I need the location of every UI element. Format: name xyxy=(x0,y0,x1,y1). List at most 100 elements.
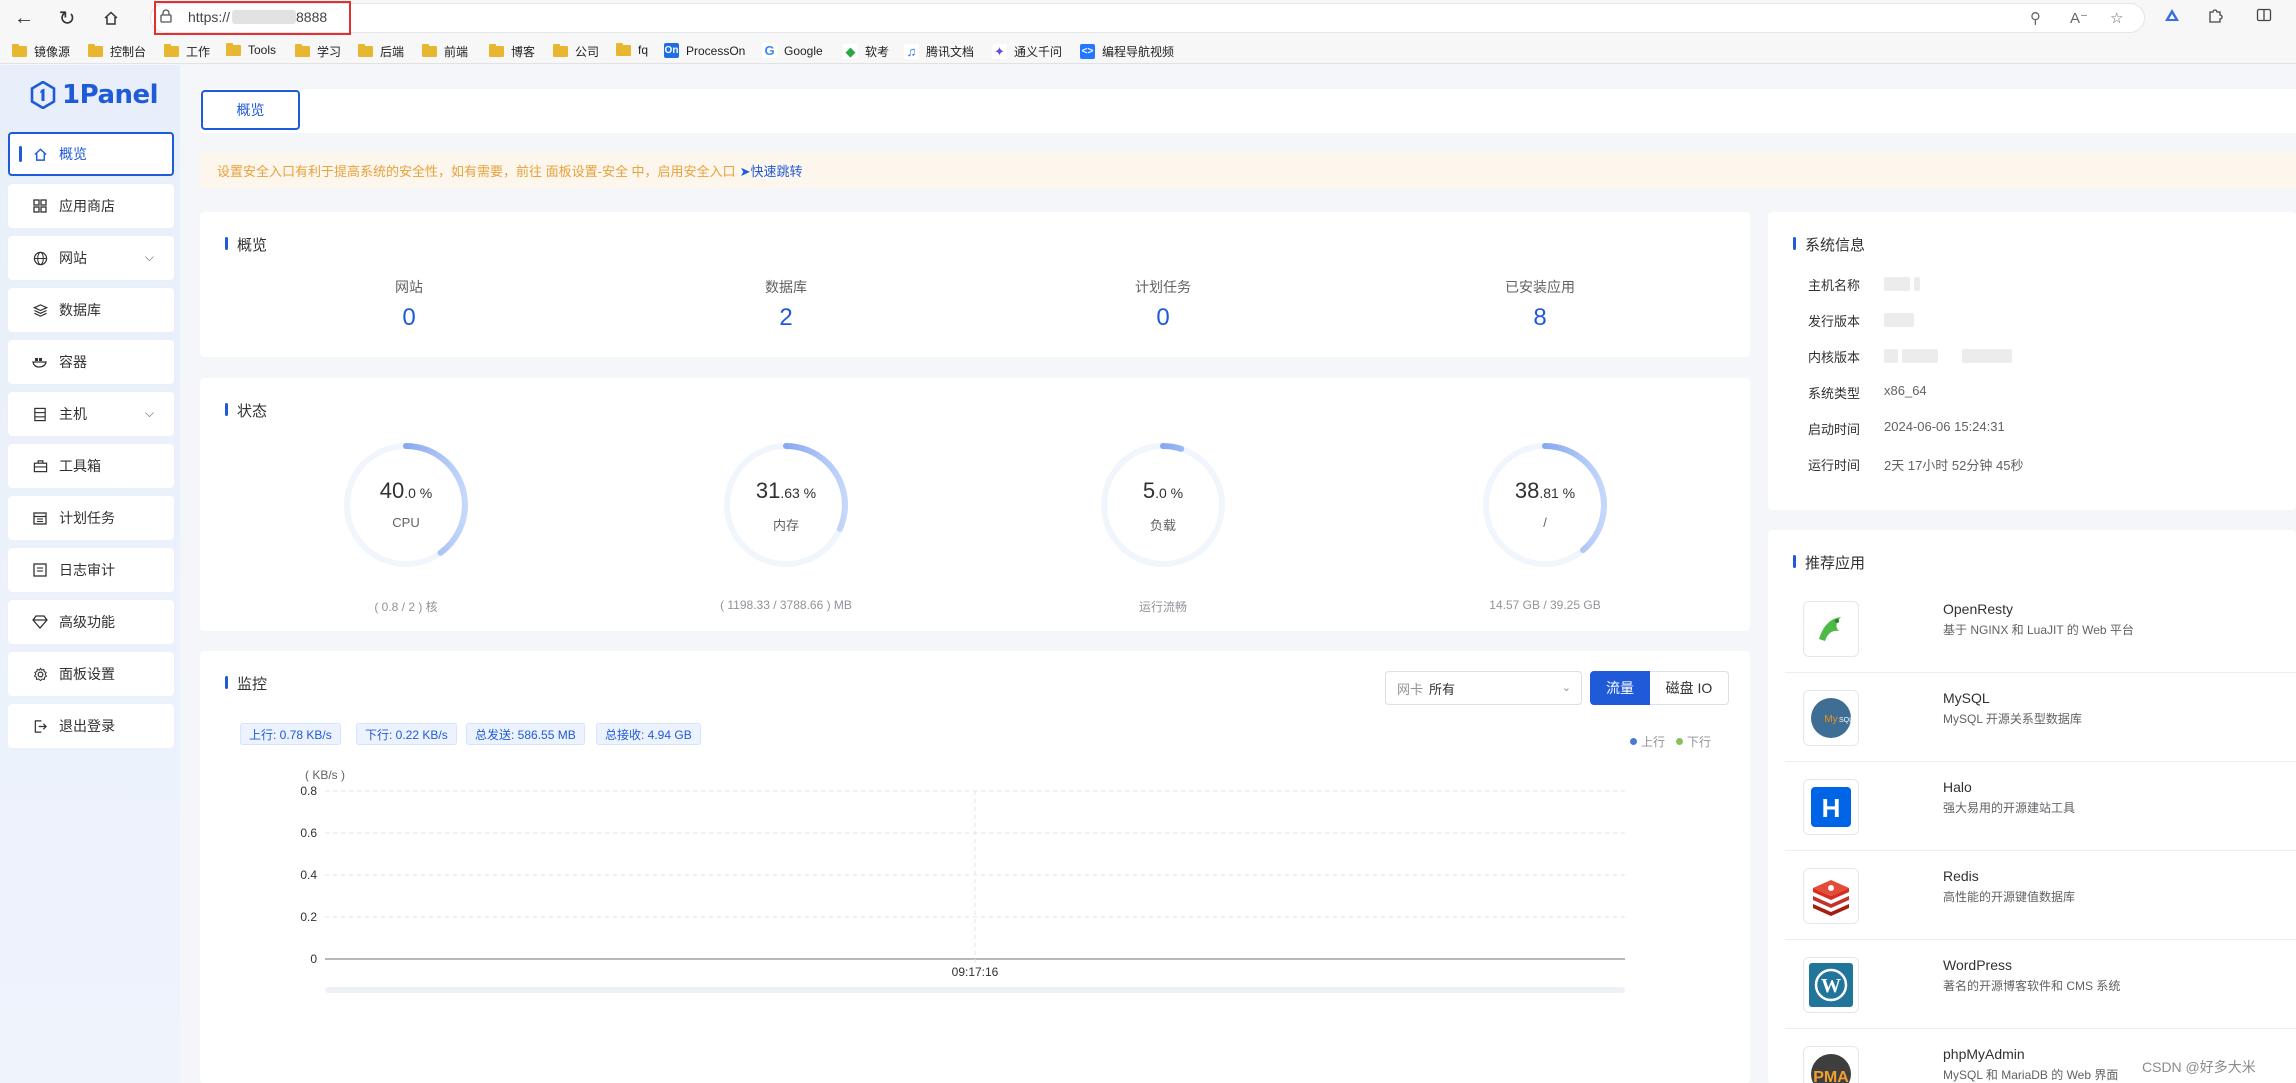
bookmark-item[interactable]: On ProcessOn xyxy=(664,43,745,58)
sysinfo-key: 内核版本 xyxy=(1808,350,1861,365)
chevron-down-icon: ⌄ xyxy=(1561,682,1571,694)
sidebar-item-label: 应用商店 xyxy=(59,198,115,214)
key-icon[interactable]: ⚲ xyxy=(2030,9,2041,27)
sidebar-item-gear[interactable]: 面板设置 xyxy=(8,652,174,696)
stat-value[interactable]: 0 xyxy=(1063,304,1263,332)
bookmark-item[interactable]: ✦ 通义千问 xyxy=(992,43,1062,60)
sysinfo-value: 2天 17小时 52分钟 45秒 xyxy=(1884,455,2023,474)
alert-quick-jump-link[interactable]: ➤快速跳转 xyxy=(740,161,803,180)
bookmark-item[interactable]: 公司 xyxy=(553,43,599,60)
sidebar-item-label: 计划任务 xyxy=(59,510,115,526)
legend-down[interactable]: 下行 xyxy=(1676,733,1711,750)
send-icon: ➤ xyxy=(739,163,751,179)
sidebar-item-grid[interactable]: 应用商店 xyxy=(8,184,174,228)
logo[interactable]: 1Panel xyxy=(30,80,159,110)
gauge-value-dec: .0 % xyxy=(404,485,433,501)
stat-value[interactable]: 8 xyxy=(1440,304,1640,332)
recommend-app-row[interactable]: H Halo 强大易用的开源建站工具 xyxy=(1785,763,2296,851)
system-info-title: 系统信息 xyxy=(1793,234,1865,255)
sysinfo-key: 系统类型 xyxy=(1808,386,1861,401)
redacted-value xyxy=(1884,312,1914,327)
sidebar-item-container[interactable]: 容器 xyxy=(8,340,174,384)
1panel-logo-icon xyxy=(30,81,56,109)
sysinfo-row: 主机名称 xyxy=(1808,275,1924,294)
wordpress-icon: W xyxy=(1803,957,1859,1013)
status-gauge: 5.0 % 负载 xyxy=(1098,440,1228,570)
bookmark-item[interactable]: G Google xyxy=(762,43,823,58)
bookmark-item[interactable]: 前端 xyxy=(422,43,468,60)
bookmark-label: ProcessOn xyxy=(686,43,746,58)
bookmark-label: 编程导航视频 xyxy=(1102,45,1175,59)
sidebar-item-diamond[interactable]: 高级功能 xyxy=(8,600,174,644)
folder-icon xyxy=(295,44,310,57)
stat-label: 计划任务 xyxy=(1135,279,1191,295)
sidebar: 1Panel 概览应用商店网站 ⌵ 数据库容器主机 ⌵ 工具箱计划任务日志审计高级功能面… xyxy=(0,65,180,1083)
tab-bar: 概览 xyxy=(200,89,2296,133)
traffic-toggle-button[interactable]: 流量 xyxy=(1590,671,1650,705)
bookmark-item[interactable]: 博客 xyxy=(489,43,535,60)
sysinfo-value xyxy=(1884,275,1924,294)
nic-select-value: 所有 xyxy=(1429,681,1456,697)
address-bar[interactable] xyxy=(150,3,2145,33)
bookmark-label: 镜像源 xyxy=(34,45,71,59)
extension-triangle-icon[interactable] xyxy=(2163,7,2181,28)
bookmark-item[interactable]: 控制台 xyxy=(88,43,146,60)
back-icon[interactable]: ← xyxy=(11,5,37,31)
nic-select[interactable]: 网卡 所有 ⌄ xyxy=(1385,671,1582,705)
toolbox-icon xyxy=(31,457,49,475)
gauge-track xyxy=(1101,443,1225,567)
sidebar-item-toolbox[interactable]: 工具箱 xyxy=(8,444,174,488)
recommend-app-row[interactable]: W WordPress 著名的开源博客软件和 CMS 系统 xyxy=(1785,941,2296,1029)
sidebar-item-label: 网站 xyxy=(59,250,87,266)
recommend-app-row[interactable]: OpenResty 基于 NGINX 和 LuaJIT 的 Web 平台 xyxy=(1785,585,2296,673)
split-view-icon[interactable] xyxy=(2256,7,2272,28)
folder-icon xyxy=(553,44,568,57)
gauge-ring xyxy=(1101,443,1225,567)
sysinfo-value xyxy=(1884,311,1918,330)
disk-io-toggle-button[interactable]: 磁盘 IO xyxy=(1650,671,1729,705)
chart-zoom-slider[interactable] xyxy=(325,987,1625,993)
bookmark-item[interactable]: 后端 xyxy=(358,43,404,60)
bookmark-item[interactable]: 镜像源 xyxy=(12,43,70,60)
sidebar-item-calendar[interactable]: 计划任务 xyxy=(8,496,174,540)
extensions-icon[interactable] xyxy=(2207,7,2223,28)
sidebar-item-label: 工具箱 xyxy=(59,458,101,474)
monitor-card: 监控 网卡 所有 ⌄ 流量 磁盘 IO 上行: 0.78 KB/s 下行: 0.… xyxy=(200,651,1750,1083)
refresh-icon[interactable]: ↻ xyxy=(54,5,80,31)
recommend-app-row[interactable]: Redis 高性能的开源键值数据库 xyxy=(1785,852,2296,940)
bookmark-item[interactable]: ♫ 腾讯文档 xyxy=(904,43,974,60)
bookmark-item[interactable]: fq xyxy=(616,42,648,57)
sidebar-item-logout[interactable]: 退出登录 xyxy=(8,704,174,748)
app-description: 基于 NGINX 和 LuaJIT 的 Web 平台 xyxy=(1943,623,2134,637)
stat-value[interactable]: 2 xyxy=(686,304,886,332)
gauge-value: 31.63 % xyxy=(721,478,851,504)
sidebar-item-label: 高级功能 xyxy=(59,614,115,630)
stat-value[interactable]: 0 xyxy=(309,304,509,332)
recommend-app-row[interactable]: My SQL MySQL MySQL 开源关系型数据库 xyxy=(1785,674,2296,762)
sidebar-item-database[interactable]: 数据库 xyxy=(8,288,174,332)
sidebar-item-globe[interactable]: 网站 ⌵ xyxy=(8,236,174,280)
bookmark-item[interactable]: 工作 xyxy=(164,43,210,60)
favorite-star-icon[interactable]: ☆ xyxy=(2110,9,2123,27)
bookmark-item[interactable]: 学习 xyxy=(295,43,341,60)
sysinfo-row: 内核版本 xyxy=(1808,347,2016,366)
svg-text:H: H xyxy=(1822,793,1841,823)
read-aloud-icon[interactable]: A⁻ xyxy=(2070,9,2088,27)
bookmark-item[interactable]: Tools xyxy=(226,42,276,57)
ruankao-icon: ◆ xyxy=(843,44,858,59)
sidebar-item-host[interactable]: 主机 ⌵ xyxy=(8,392,174,436)
folder-icon xyxy=(358,44,373,57)
gauge-value-dec: .81 % xyxy=(1539,485,1576,501)
legend-up[interactable]: 上行 xyxy=(1630,733,1665,750)
home-browser-icon[interactable] xyxy=(98,5,124,31)
gauge-ring xyxy=(724,443,848,567)
y-tick-label: 0.6 xyxy=(300,826,317,840)
sidebar-item-log[interactable]: 日志审计 xyxy=(8,548,174,592)
tab-overview[interactable]: 概览 xyxy=(201,90,300,130)
code-nav-icon: <> xyxy=(1080,44,1095,59)
bookmark-item[interactable]: <> 编程导航视频 xyxy=(1080,43,1174,60)
bookmark-label: 博客 xyxy=(511,45,536,59)
app-description: 强大易用的开源建站工具 xyxy=(1943,801,2076,815)
sidebar-item-home[interactable]: 概览 xyxy=(8,132,174,176)
bookmark-item[interactable]: ◆ 软考 xyxy=(843,43,889,60)
